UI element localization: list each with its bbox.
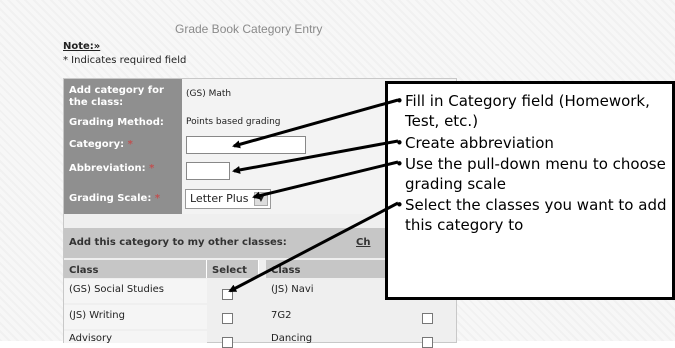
list-item: (JS) Writing	[64, 305, 207, 329]
grading-scale-select[interactable]: Letter Plus ▼	[185, 189, 271, 209]
instruction-callout: • Fill in Category field (Homework, Test,…	[385, 81, 675, 300]
grading-scale-selected: Letter Plus	[190, 192, 249, 205]
abbreviation-label: Abbreviation: *	[64, 157, 182, 184]
col-select-header: Select	[207, 260, 259, 278]
list-item: Advisory	[64, 331, 207, 343]
callout-item: • Fill in Category field (Homework, Test,…	[395, 92, 650, 130]
callout-item: • Select the classes you want to add this…	[395, 196, 667, 234]
category-label: Category: *	[64, 133, 182, 157]
list-item: 7G2	[271, 310, 292, 321]
list-item: Dancing	[271, 333, 313, 343]
list-item: (GS) Social Studies	[64, 279, 207, 303]
select-checkbox[interactable]	[422, 337, 433, 348]
add-category-label: Add category for the class:	[64, 79, 182, 111]
chevron-down-icon[interactable]: ▼	[254, 192, 268, 206]
callout-item: • Create abbreviation	[395, 134, 554, 152]
category-input[interactable]	[186, 136, 306, 154]
select-checkbox[interactable]	[422, 313, 433, 324]
page-title: Grade Book Category Entry	[175, 22, 323, 36]
select-checkbox[interactable]	[222, 289, 233, 300]
check-all-link[interactable]: Ch	[356, 237, 370, 248]
col-class-header: Class	[64, 260, 207, 278]
other-classes-title: Add this category to my other classes:	[69, 237, 287, 248]
select-checkbox[interactable]	[222, 337, 233, 348]
abbreviation-input[interactable]	[186, 162, 230, 180]
required-note: * Indicates required field	[63, 55, 187, 66]
note-link[interactable]: Note:»	[63, 41, 100, 52]
grading-scale-label: Grading Scale: *	[64, 184, 182, 214]
select-checkbox[interactable]	[222, 313, 233, 324]
grading-method-label: Grading Method:	[64, 111, 182, 133]
callout-item: • Use the pull-down menu to choose gradin…	[395, 155, 666, 193]
